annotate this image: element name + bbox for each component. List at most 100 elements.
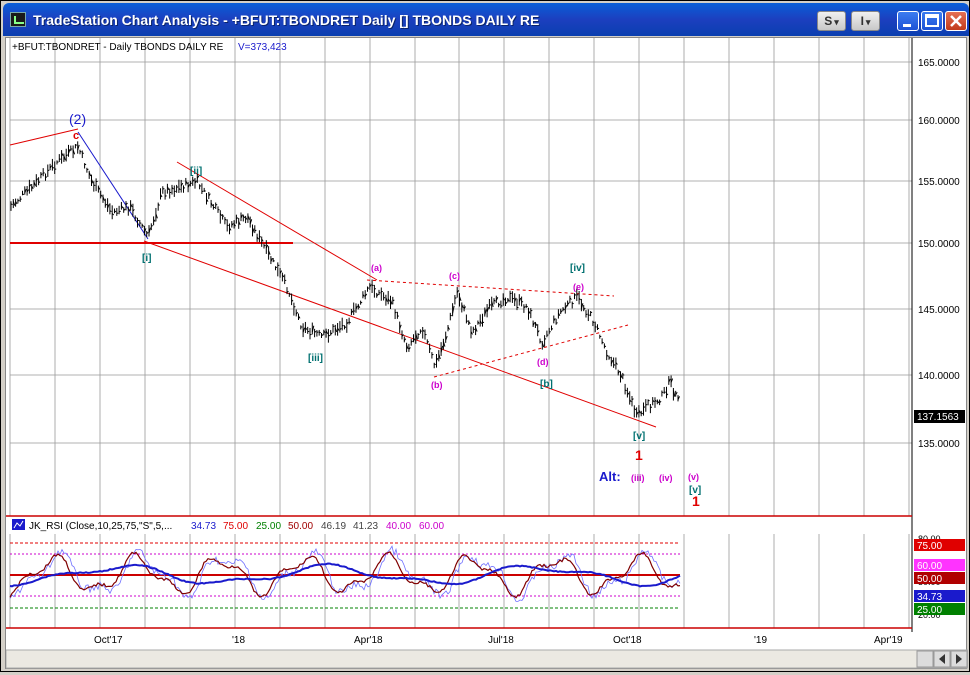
indicator-value: 25.00 <box>256 521 281 532</box>
s-label: S <box>824 14 832 28</box>
price-bar-close <box>434 364 436 365</box>
price-bar-close <box>52 167 54 168</box>
price-bar-close <box>602 342 604 343</box>
price-bar-close <box>598 328 600 329</box>
price-tick: 145.0000 <box>918 305 960 316</box>
wave-label: 1 <box>692 493 700 509</box>
trendline-top-left <box>10 129 78 145</box>
vertical-gridlines <box>10 38 909 628</box>
close-icon <box>946 12 966 30</box>
badge-text: 60.00 <box>917 561 942 572</box>
time-tick: Jul'18 <box>488 635 514 646</box>
price-bar-close <box>556 323 558 324</box>
price-bar-close <box>450 315 452 316</box>
scrollbar-track[interactable] <box>6 650 968 668</box>
price-bar-close <box>586 314 588 315</box>
price-bar-close <box>55 169 57 170</box>
price-bar-close <box>623 375 625 376</box>
minimize-button[interactable] <box>897 11 919 31</box>
volume-readout: V=373,423 <box>238 42 287 53</box>
badge-text: 25.00 <box>917 605 942 616</box>
last-price-value: 137.1563 <box>917 412 959 423</box>
time-tick: '18 <box>232 635 245 646</box>
indicator-badges: 75.00 60.00 50.00 34.73 25.00 <box>914 539 965 616</box>
price-bar-close <box>190 183 192 184</box>
wave-label: (e) <box>573 282 584 292</box>
price-bar-close <box>545 338 547 339</box>
time-axis-ticks: Oct'17 '18 Apr'18 Jul'18 Oct'18 '19 Apr'… <box>94 635 903 646</box>
price-bar-close <box>455 298 457 299</box>
price-bar-close <box>158 205 160 206</box>
indicator-value: 75.00 <box>223 521 248 532</box>
price-bar-close <box>644 407 646 408</box>
wave-label: c <box>73 130 79 142</box>
s-menu-button[interactable]: S▾ <box>817 11 846 31</box>
time-tick: Apr'18 <box>354 635 383 646</box>
close-button[interactable] <box>945 11 967 31</box>
price-bar-close <box>39 182 41 183</box>
price-bar-close <box>489 305 491 306</box>
tradestation-app-icon <box>10 12 26 27</box>
price-bar-close <box>200 186 202 187</box>
maximize-button[interactable] <box>921 11 943 31</box>
price-bar-close <box>473 329 475 330</box>
wave-label: (v) <box>688 472 699 482</box>
chart-frame: +BFUT:TBONDRET - Daily TBONDS DAILY RE V… <box>5 37 967 669</box>
indicator-value: 34.73 <box>191 521 216 532</box>
price-tick: 160.0000 <box>918 116 960 127</box>
price-bar-close <box>18 200 20 201</box>
wave-label: [v] <box>633 431 645 442</box>
price-tick: 140.0000 <box>918 371 960 382</box>
wave-label: [ii] <box>190 166 202 177</box>
wave-label: [b] <box>540 379 553 390</box>
price-axis-ticks: 165.0000 160.0000 155.0000 150.0000 145.… <box>918 58 960 450</box>
title-bar[interactable]: TradeStation Chart Analysis - +BFUT:TBON… <box>3 3 969 36</box>
price-bar-close <box>165 196 167 197</box>
badge-text: 50.00 <box>917 574 942 585</box>
price-tick: 165.0000 <box>918 58 960 69</box>
wave-label: (c) <box>449 271 460 281</box>
wave-labels: (2) c [ii] [i] [iii] (a) (c) [iv] (e) (d… <box>69 111 701 509</box>
price-chart: +BFUT:TBONDRET - Daily TBONDS DAILY RE V… <box>6 38 968 670</box>
price-bar-close <box>216 204 218 205</box>
price-bar-close <box>374 289 376 290</box>
minimize-icon <box>898 12 918 30</box>
horizontal-scrollbar[interactable] <box>6 650 968 668</box>
price-tick: 155.0000 <box>918 177 960 188</box>
wave-label: [i] <box>142 253 151 264</box>
time-tick: Oct'17 <box>94 635 123 646</box>
wave-label: (iv) <box>659 473 673 483</box>
price-bar-close <box>547 335 549 336</box>
symbol-header: +BFUT:TBONDRET - Daily TBONDS DAILY RE <box>12 42 224 53</box>
price-bar-close <box>94 185 96 186</box>
time-tick: Oct'18 <box>613 635 642 646</box>
indicator-value: 46.19 <box>321 521 346 532</box>
price-bar-close <box>510 293 512 294</box>
time-tick: Apr'19 <box>874 635 903 646</box>
price-tick: 150.0000 <box>918 239 960 250</box>
time-tick: '19 <box>754 635 767 646</box>
price-bar-close <box>526 306 528 307</box>
wave-label: (a) <box>371 263 382 273</box>
i-menu-button[interactable]: I▾ <box>851 11 880 31</box>
wave-label: [iv] <box>570 263 585 274</box>
wave-label: (2) <box>69 111 86 127</box>
badge-text: 75.00 <box>917 541 942 552</box>
indicator-value: 40.00 <box>386 521 411 532</box>
price-bar-close <box>427 342 429 343</box>
indicator-value: 50.00 <box>288 521 313 532</box>
price-bar-close <box>202 191 204 192</box>
scroll-thumb[interactable] <box>917 651 933 667</box>
window-title: TradeStation Chart Analysis - +BFUT:TBON… <box>33 12 539 28</box>
price-bar-close <box>223 216 225 217</box>
triangle-lower-line <box>434 325 628 377</box>
wave-label: Alt: <box>599 469 621 484</box>
indicator-reference-lines <box>10 543 680 608</box>
indicator-value: 60.00 <box>419 521 444 532</box>
price-bar-close <box>163 188 165 189</box>
price-bar-close <box>430 349 432 350</box>
wave-label: (b) <box>431 380 443 390</box>
price-bar-close <box>328 335 330 336</box>
badge-text: 34.73 <box>917 592 942 603</box>
i-dropdown-icon: ▾ <box>866 17 871 27</box>
